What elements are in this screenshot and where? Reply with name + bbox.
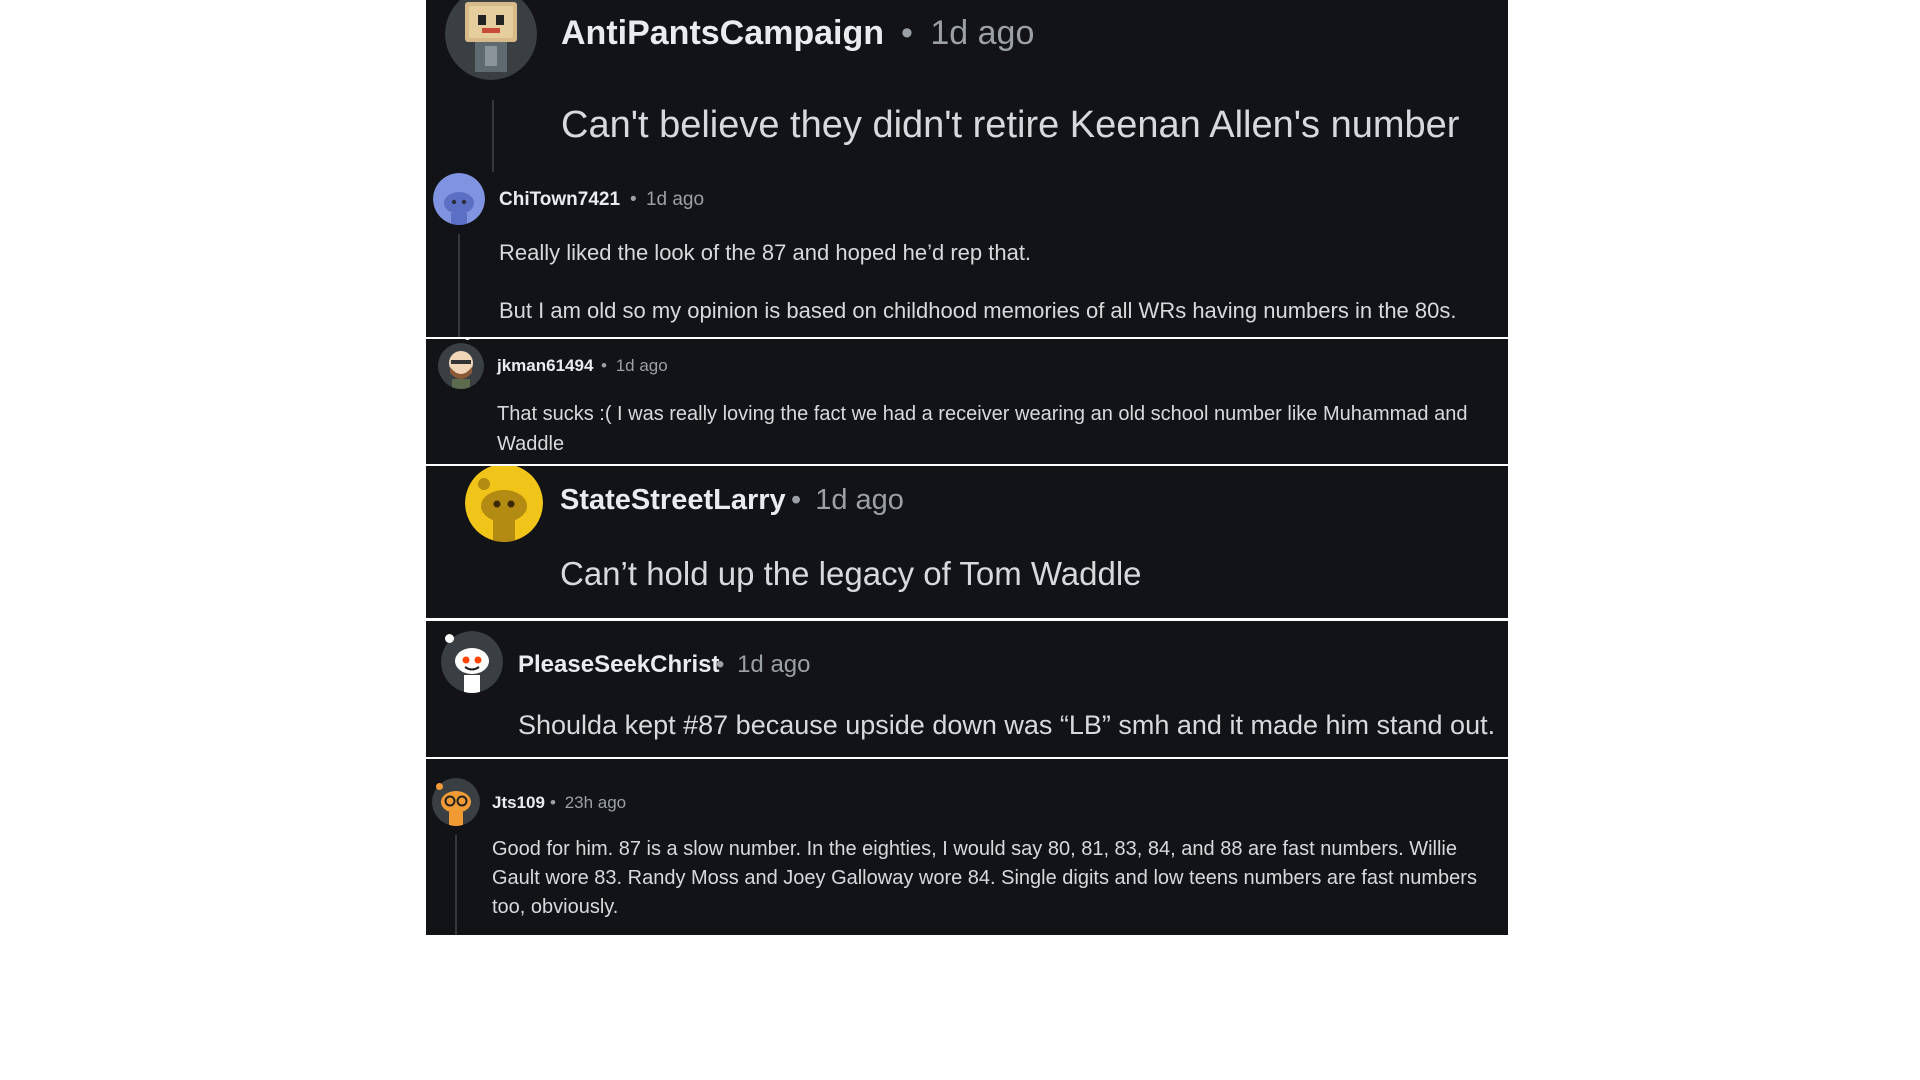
snoo-antenna-icon: [445, 634, 454, 643]
comment-panel-3: jkman61494 • 1d ago That sucks :( I was …: [426, 339, 1508, 464]
comment-username[interactable]: PleaseSeekChrist: [518, 651, 719, 679]
comment-body: Can’t hold up the legacy of Tom Waddle: [560, 555, 1142, 592]
meta-separator: •: [630, 189, 637, 210]
comment-meta: • 1d ago: [630, 189, 704, 211]
comment-timestamp[interactable]: 1d ago: [616, 356, 668, 375]
comment-username[interactable]: jkman61494: [497, 356, 593, 376]
robot-box-avatar-icon[interactable]: [445, 0, 537, 80]
comment-panel-6: Jts109 • 23h ago Good for him. 87 is a s…: [426, 759, 1508, 935]
comment-panel-2: ChiTown7421 • 1d ago Really liked the lo…: [426, 172, 1508, 337]
comment-meta: • 1d ago: [901, 14, 1034, 53]
comment-timestamp[interactable]: 1d ago: [646, 189, 704, 210]
snoo-antenna-icon: [436, 783, 443, 790]
comment-meta: • 23h ago: [550, 793, 626, 813]
meta-separator: •: [601, 356, 607, 375]
comment-username[interactable]: AntiPantsCampaign: [561, 14, 884, 53]
comment-panel-4: StateStreetLarry • 1d ago Can’t hold up …: [426, 466, 1508, 618]
comment-meta: • 1d ago: [601, 356, 668, 376]
bearded-snoo-avatar-icon[interactable]: [438, 343, 484, 389]
comment-panel-1: AntiPantsCampaign • 1d ago Can't believe…: [426, 0, 1508, 172]
thread-line[interactable]: [458, 234, 460, 337]
comment-timestamp[interactable]: 23h ago: [565, 793, 626, 812]
comment-timestamp[interactable]: 1d ago: [815, 484, 904, 516]
thread-line[interactable]: [492, 100, 494, 172]
meta-separator: •: [716, 651, 725, 678]
screenshot-collage: AntiPantsCampaign • 1d ago Can't believe…: [426, 0, 1508, 935]
comment-timestamp[interactable]: 1d ago: [930, 14, 1034, 52]
comment-username[interactable]: ChiTown7421: [499, 189, 620, 211]
meta-separator: •: [791, 484, 802, 516]
comment-body: Good for him. 87 is a slow number. In th…: [492, 838, 1477, 918]
comment-body: That sucks :( I was really loving the fa…: [497, 403, 1468, 455]
meta-separator: •: [901, 14, 913, 52]
blue-snoo-avatar-icon[interactable]: [433, 173, 485, 225]
comment-panel-5: PleaseSeekChrist • 1d ago Shoulda kept #…: [426, 621, 1508, 757]
comment-body: Can't believe they didn't retire Keenan …: [561, 104, 1460, 146]
comment-username[interactable]: StateStreetLarry: [560, 484, 786, 517]
comment-username[interactable]: Jts109: [492, 793, 545, 813]
comment-body: Shoulda kept #87 because upside down was…: [518, 710, 1496, 740]
comment-body-paragraph: Really liked the look of the 87 and hope…: [499, 240, 1032, 265]
snoo-antenna-icon: [464, 339, 471, 340]
meta-separator: •: [550, 793, 556, 812]
comment-meta: • 1d ago: [791, 484, 904, 517]
thread-line[interactable]: [455, 835, 457, 935]
comment-meta: • 1d ago: [716, 651, 810, 679]
comment-timestamp[interactable]: 1d ago: [737, 651, 810, 678]
comment-body-paragraph: But I am old so my opinion is based on c…: [499, 298, 1457, 323]
yellow-snoo-avatar-icon[interactable]: [465, 466, 543, 542]
